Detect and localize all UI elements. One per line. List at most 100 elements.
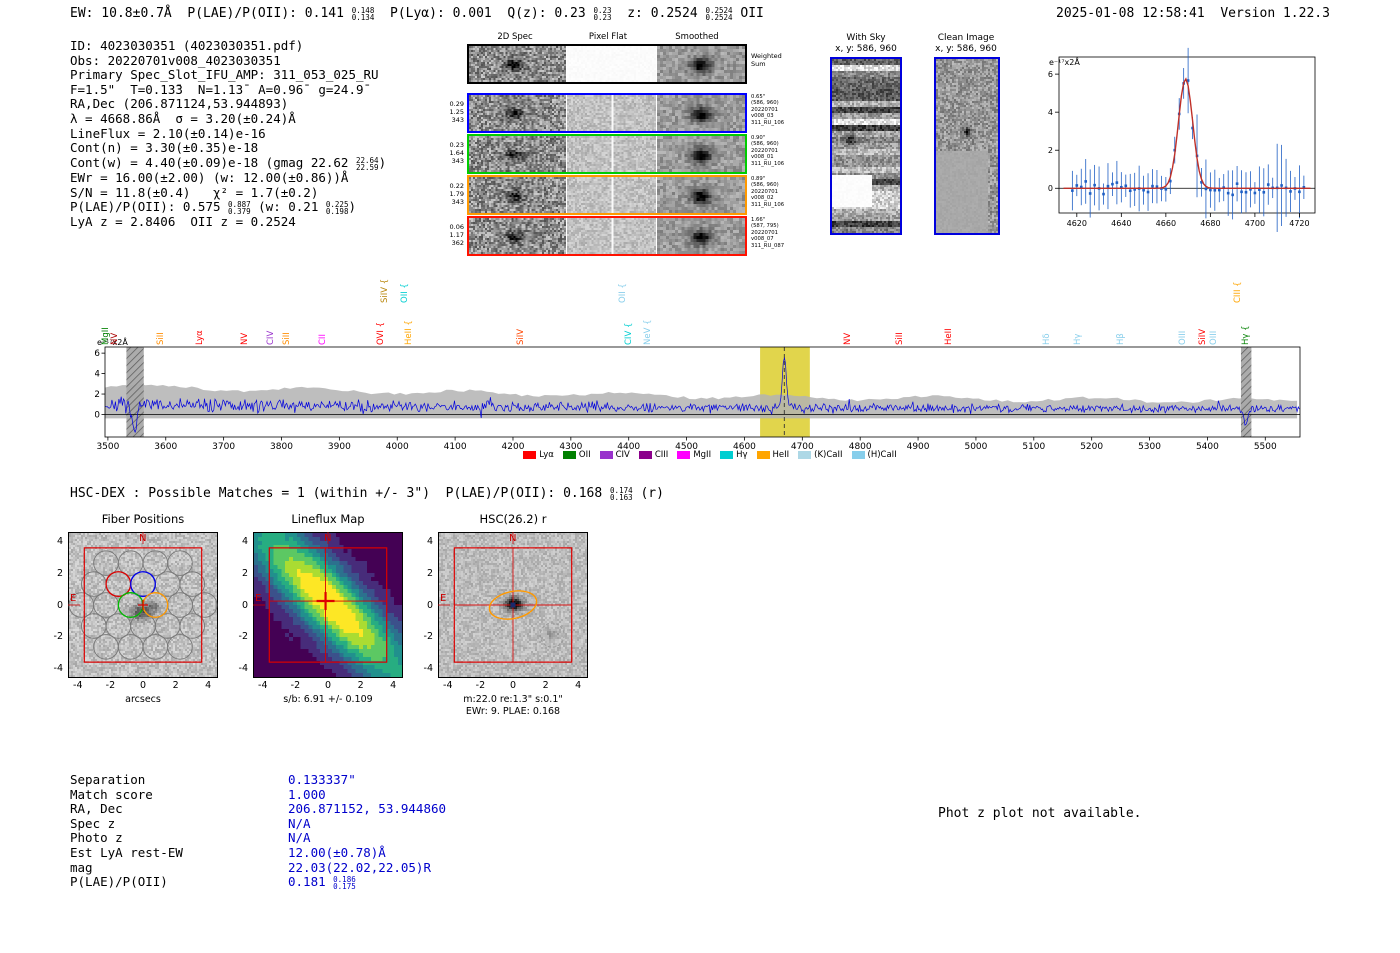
lineflux-xtick: -2 [290,680,301,691]
match-table: Separation 0.133337" Match score 1.000 RA, D… [70,772,550,902]
cutout-cell-smoothed [657,136,745,172]
cutout-cell-pixelflat [567,95,657,131]
with-sky-coords: x, y: 586, 960 [835,44,897,54]
svg-text:5400: 5400 [1196,442,1219,452]
svg-text:4700: 4700 [1245,219,1265,228]
info-line: Obs: 20220701v008_4023030351 [70,52,386,69]
lineflux-ytick: -2 [238,631,248,643]
fiber-positions-title: Fiber Positions [101,512,185,526]
info-line: RA,Dec (206.871124,53.944893) [70,97,386,112]
hsc-match-header: HSC-DEX : Possible Matches = 1 (within +… [70,486,664,501]
svg-text:4620: 4620 [1067,219,1087,228]
legend-item: HeII [756,450,789,460]
compass-n: N [324,533,332,544]
spectral-line-label: OII { [618,283,628,303]
legend-item: CIV [599,450,630,460]
stacked-range: 22.64 22.59 [355,155,379,172]
svg-text:6: 6 [95,349,100,359]
text-segment: z: 0.2524 [611,6,706,21]
text-segment: (w: 0.21 [250,199,326,215]
spectral-line-label: CII [318,334,328,345]
spectral-line-label: HeII [944,328,954,345]
cutout-cell-smoothed [657,95,745,131]
svg-text:5500: 5500 [1254,442,1277,452]
svg-text:5200: 5200 [1080,442,1103,452]
text-segment: (r) [632,486,664,501]
cutout-row-info-2: 0.90" (586, 960) 20220701 v008_01 311_RU_106 [751,135,799,167]
cutout-smoothed-canvas [657,46,745,82]
legend-item: OII [562,450,591,460]
spectral-line-label: NV [843,332,853,345]
text-segment: LyA z = 2.8406 OII z = 0.2524 [70,214,296,230]
cutout-cell-smoothed [657,218,745,254]
lineflux-xtick: 4 [390,680,397,691]
match-value: N/A [288,830,311,846]
legend-label: (H)CaII [867,450,897,460]
match-value: 12.00(±0.78)Å [288,845,386,860]
compass-e: E [70,593,77,604]
timestamp-version: 2025-01-08 12:58:41 Version 1.22.3 [1056,6,1330,21]
hsc-r-xtick: 0 [509,680,517,691]
legend-swatch [798,451,812,459]
match-label: Photo z [70,830,123,846]
text-segment: ) [378,154,387,170]
legend-label: CIII [654,450,669,460]
stacked-range: 0.174 0.163 [610,485,633,502]
clean-image-canvas [936,59,998,233]
cutout-stat: 343 [451,116,464,124]
legend-item: (K)CaII [798,450,843,460]
match-value: 206.871152, 53.944860 [288,801,447,817]
cutout-stat: 343 [451,198,464,206]
spectral-line-label: SiII [895,332,905,345]
legend-label: Hγ [736,450,748,460]
fiber-xlabel: arcsecs [125,694,161,705]
clean-image [934,57,1000,235]
hsc-r-ytick: 4 [426,536,433,548]
cutout-cell-smoothed [657,46,745,82]
svg-text:4720: 4720 [1289,219,1309,228]
legend-swatch [523,451,537,459]
spectral-line-label: Hδ [1042,333,1052,345]
spectral-line-label: SiIV [1198,328,1208,345]
spectral-line-label: CIV [266,330,276,345]
hsc-r-ytick: 2 [426,567,433,579]
fiber-xtick: 2 [172,680,179,691]
hsc-r-xtick: -2 [475,680,486,691]
stacked-range: 0.23 0.23 [593,5,612,22]
text-segment: RA,Dec (206.871124,53.944893) [70,96,289,112]
fiber-positions-overlay [68,532,218,663]
fiber-ytick: 2 [56,567,63,579]
hsc-r-xtick: 4 [575,680,582,691]
cutout-stat: 0.22 [449,182,464,190]
hsc-r-caption2: EWr: 9. PLAE: 0.168 [465,706,561,717]
legend-swatch [677,451,691,459]
text-segment: LineFlux = 2.10(±0.14)e-16 [70,125,266,141]
full-spectrum-plot: 3500 3600 3700 3800 3900 4000 4100 4200 4300 4400… [94,340,1310,452]
text-segment: 0.181 [288,874,334,890]
cutout-info-line: 311_RU_106 [751,160,785,167]
legend-item: Lyα [523,450,554,460]
info-line: ID: 4023030351 (4023030351.pdf) [70,38,386,54]
hsc-r-ytick: -4 [423,662,433,674]
match-label: Est LyA rest-EW [70,845,183,860]
text-segment: λ = 4668.86Å σ = 3.20(±0.24)Å [70,110,296,126]
text-segment: P(Lyα): 0.001 Q(z): 0.23 [374,6,594,21]
svg-text:0: 0 [95,411,100,421]
lineflux-ytick: 2 [241,567,248,579]
fiber-ytick: -2 [53,631,63,643]
hsc-r-title: HSC(26.2) r [479,512,547,526]
cutout-row-info-3: 0.89" (586, 960) 20220701 v008_02 311_RU_106 [751,176,799,208]
lineflux-xtick: 0 [324,680,332,691]
cutout-smoothed-canvas [657,177,745,213]
cutout-cell-pixelflat [567,177,657,213]
fiber-ytick: 4 [56,536,63,548]
lineflux-map-title: Lineflux Map [291,512,365,526]
cutout-pixelflat-canvas [567,177,656,213]
legend-item: Hγ [720,450,748,460]
cutout-cell-pixelflat [567,46,657,82]
cutout-cell-2dspec [469,95,567,131]
cutout-row-info-0: Weighted Sum [751,52,799,68]
text-segment: Obs: 20220701v008_4023030351 [70,52,281,68]
fiber-xtick: -2 [105,680,116,691]
clean-image-coords: x, y: 586, 960 [935,44,997,54]
